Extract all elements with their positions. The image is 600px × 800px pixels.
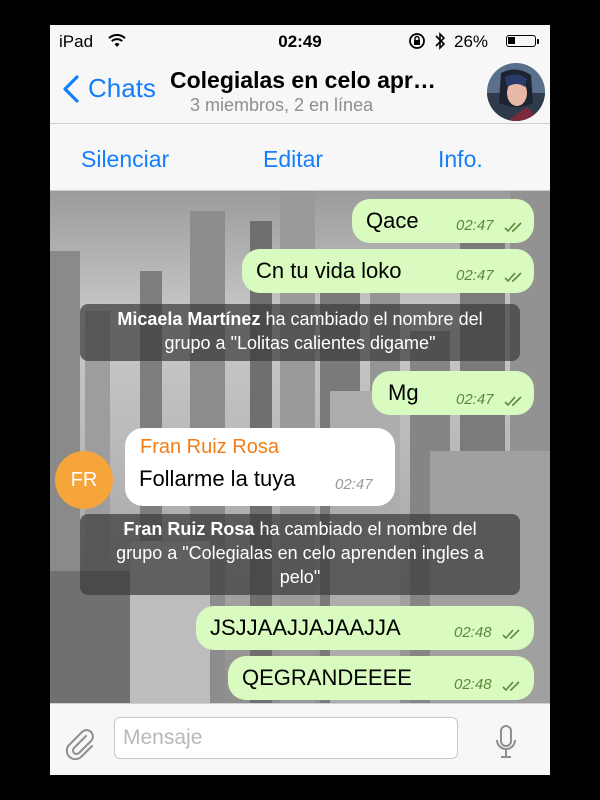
message-time: 02:48 xyxy=(454,676,492,693)
message-bubble[interactable]: Qace 02:47 xyxy=(352,199,534,243)
back-button[interactable]: Chats xyxy=(60,73,156,104)
group-avatar[interactable] xyxy=(487,63,545,121)
system-text: ha cambiado el nombre del xyxy=(260,309,483,329)
action-bar: Silenciar Editar Info. xyxy=(50,123,550,191)
message-time: 02:48 xyxy=(454,624,492,641)
message-text: Cn tu vida loko xyxy=(256,258,402,283)
system-text: grupo a "Lolitas calientes digame" xyxy=(164,333,436,353)
message-text: Qace xyxy=(366,208,419,233)
battery-level xyxy=(508,37,515,44)
microphone-icon[interactable] xyxy=(494,724,518,760)
system-message: Micaela Martínez ha cambiado el nombre d… xyxy=(80,304,520,361)
back-label: Chats xyxy=(88,73,156,103)
double-check-icon xyxy=(504,396,522,407)
chat-subtitle: 3 miembros, 2 en línea xyxy=(190,95,374,115)
message-text: Follarme la tuya xyxy=(139,466,296,491)
message-text: Mg xyxy=(388,380,419,405)
chat-area[interactable]: Qace 02:47 Cn tu vida loko 02:47 Micaela… xyxy=(50,191,550,703)
rotation-lock-icon xyxy=(409,33,425,49)
sender-name[interactable]: Fran Ruiz Rosa xyxy=(140,436,279,459)
nav-bar: Chats Colegialas en celo apr… 3 miembros… xyxy=(50,57,550,123)
message-time: 02:47 xyxy=(456,391,494,408)
battery-percent: 26% xyxy=(454,32,489,51)
message-text: JSJJAAJJAJAAJJA xyxy=(210,615,401,640)
message-bubble[interactable]: QEGRANDEEEE 02:48 xyxy=(228,656,534,700)
message-bubble[interactable]: Fran Ruiz Rosa Follarme la tuya 02:47 xyxy=(125,428,395,506)
double-check-icon xyxy=(502,681,520,692)
double-check-icon xyxy=(502,629,520,640)
status-bar: iPad 02:49 26% xyxy=(50,25,550,57)
double-check-icon xyxy=(504,272,522,283)
edit-button[interactable]: Editar xyxy=(263,146,323,173)
message-input[interactable] xyxy=(114,717,458,759)
message-time: 02:47 xyxy=(456,267,494,284)
double-check-icon xyxy=(504,222,522,233)
message-bubble[interactable]: Cn tu vida loko 02:47 xyxy=(242,249,534,293)
input-bar xyxy=(50,703,550,775)
system-text: grupo a "Colegialas en celo aprenden ing… xyxy=(116,543,484,563)
message-time: 02:47 xyxy=(456,217,494,234)
message-text: QEGRANDEEEE xyxy=(242,665,412,690)
chevron-left-icon xyxy=(63,74,79,103)
message-bubble[interactable]: Mg 02:47 xyxy=(372,371,534,415)
message-bubble[interactable]: JSJJAAJJAJAAJJA 02:48 xyxy=(196,606,534,650)
battery-icon xyxy=(506,35,539,47)
system-text: pelo" xyxy=(279,567,321,587)
bluetooth-icon xyxy=(435,32,446,50)
system-actor: Fran Ruiz Rosa xyxy=(123,519,255,539)
mute-button[interactable]: Silenciar xyxy=(81,146,169,173)
ipad-screen: iPad 02:49 26% Chats Colegialas en celo … xyxy=(50,25,550,775)
system-text: ha cambiado el nombre del xyxy=(254,519,477,539)
info-button[interactable]: Info. xyxy=(438,146,483,173)
chat-title[interactable]: Colegialas en celo apr… xyxy=(170,67,475,94)
system-actor: Micaela Martínez xyxy=(117,309,261,329)
sender-avatar[interactable]: FR xyxy=(55,451,113,509)
message-time: 02:47 xyxy=(335,476,373,493)
attachment-icon[interactable] xyxy=(62,726,96,760)
system-message: Fran Ruiz Rosa ha cambiado el nombre del… xyxy=(80,514,520,595)
